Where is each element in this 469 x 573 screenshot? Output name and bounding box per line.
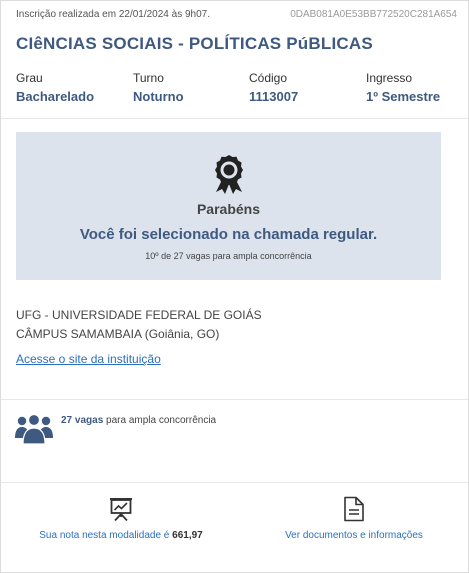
document-icon [344, 496, 364, 522]
course-title: CIêNCIAS SOCIAIS - POLÍTICAS PúBLICAS [16, 34, 373, 53]
info-value: Bacharelado [16, 89, 95, 104]
divider [1, 399, 468, 400]
info-value: 1º Semestre [366, 89, 441, 104]
selection-result-card: Inscrição realizada em 22/01/2024 às 9h0… [0, 0, 469, 573]
info-grau: Grau Bacharelado [16, 71, 94, 104]
info-label: Ingresso [366, 71, 413, 85]
score-value: 661,97 [172, 530, 203, 541]
selection-result-box: Parabéns Você foi selecionado na chamada… [16, 132, 441, 280]
vacancy-number: 27 vagas [61, 415, 104, 426]
congrats-heading: Parabéns [196, 201, 261, 217]
institution-site-link[interactable]: Acesse o site da instituição [16, 352, 161, 366]
divider [1, 118, 468, 119]
score-label: Sua nota nesta modalidade é [39, 530, 170, 541]
info-value: 1113007 [249, 89, 299, 104]
selection-message: Você foi selecionado na chamada regular. [79, 226, 378, 243]
documents-text: Ver documentos e informações [285, 530, 423, 541]
vacancy-rank: 10º de 27 vagas para ampla concorrência [145, 251, 312, 261]
presentation-chart-icon [110, 498, 132, 522]
institution-name: UFG - UNIVERSIDADE FEDERAL DE GOIÁS [16, 308, 262, 322]
registration-date: Inscrição realizada em 22/01/2024 às 9h0… [16, 9, 211, 20]
vacancy-suffix: para ampla concorrência [106, 415, 217, 426]
info-value: Noturno [133, 89, 184, 104]
institution-campus: CÂMPUS SAMAMBAIA (Goiânia, GO) [16, 327, 220, 341]
vacancy-count: 27 vagas para ampla concorrência [61, 415, 216, 426]
info-turno: Turno Noturno [133, 71, 184, 104]
people-group-icon [15, 413, 53, 445]
info-label: Turno [133, 71, 164, 85]
score-text: Sua nota nesta modalidade é 661,97 [31, 530, 211, 541]
info-label: Grau [16, 71, 43, 85]
award-ribbon-icon [215, 155, 243, 194]
documents-button[interactable]: Ver documentos e informações [269, 496, 439, 541]
info-ingresso: Ingresso 1º Semestre [366, 71, 440, 104]
info-label: Código [249, 71, 288, 85]
divider [1, 482, 468, 483]
score-button[interactable]: Sua nota nesta modalidade é 661,97 [31, 496, 211, 541]
registration-code: 0DAB081A0E53BB772520C281A654 [290, 9, 457, 20]
info-codigo: Código 1113007 [249, 71, 298, 104]
registration-info: Inscrição realizada em 22/01/2024 às 9h0… [16, 9, 457, 20]
